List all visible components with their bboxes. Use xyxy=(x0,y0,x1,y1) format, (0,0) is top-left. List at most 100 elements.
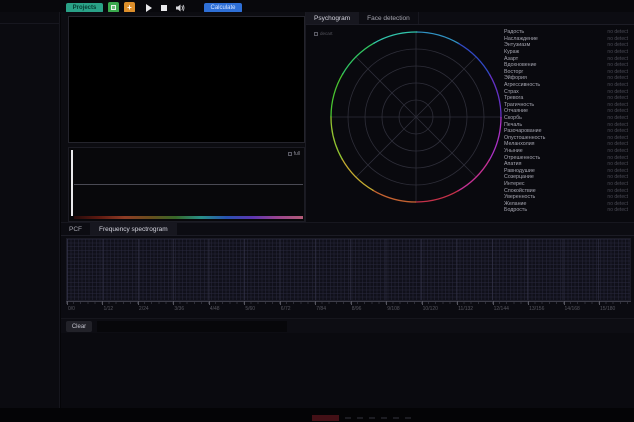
time-tick xyxy=(138,301,139,305)
time-tick-label: 14/168 xyxy=(565,306,580,312)
spectrogram-grid[interactable] xyxy=(66,238,631,301)
emotion-row[interactable]: Спокойствиеno detect xyxy=(502,187,630,194)
emotion-row[interactable]: Страхno detect xyxy=(502,88,630,95)
emotion-value: no detect xyxy=(607,75,628,81)
time-tick xyxy=(351,301,352,305)
waveform-zero-line xyxy=(74,184,303,185)
full-toggle[interactable]: full xyxy=(288,151,300,157)
stop-button[interactable] xyxy=(161,5,167,11)
volume-button[interactable] xyxy=(176,4,185,12)
decart-checkbox[interactable] xyxy=(314,32,318,36)
emotion-value: no detect xyxy=(607,42,628,48)
taskbar-dots xyxy=(345,417,415,419)
clear-button[interactable]: Clear xyxy=(66,321,92,332)
emotion-row[interactable]: Азартno detect xyxy=(502,55,630,62)
results-input-strip xyxy=(97,321,287,332)
time-tick xyxy=(173,301,174,305)
taskbar-item[interactable] xyxy=(312,415,339,421)
emotion-value: no detect xyxy=(607,36,628,42)
app-window: Projects + Calculate xyxy=(0,0,634,422)
emotion-value: no detect xyxy=(607,122,628,128)
time-tick-label: 4/48 xyxy=(210,306,220,312)
emotion-value: no detect xyxy=(607,102,628,108)
emotion-row[interactable]: Равнодушиеno detect xyxy=(502,167,630,174)
emotion-row[interactable]: Тревогаno detect xyxy=(502,95,630,102)
emotion-row[interactable]: Эйфорияno detect xyxy=(502,75,630,82)
time-tick-label: 12/144 xyxy=(494,306,509,312)
emotion-value: no detect xyxy=(607,82,628,88)
tab-psychogram[interactable]: Psychogram xyxy=(306,12,359,24)
psychogram-wheel-chart xyxy=(328,29,504,205)
psychogram-wheel xyxy=(328,29,504,205)
emotion-row[interactable]: Радостьno detect xyxy=(502,29,630,36)
emotion-row[interactable]: Отчаяниеno detect xyxy=(502,108,630,115)
tab-frequency-spectrogram[interactable]: Frequency spectrogram xyxy=(91,223,177,235)
emotion-label: Азарт xyxy=(504,56,518,62)
results-panel: Clear xyxy=(61,318,634,408)
emotion-row[interactable]: Опустошенностьno detect xyxy=(502,135,630,142)
time-tick-label: 2/24 xyxy=(139,306,149,312)
time-tick xyxy=(493,301,494,305)
emotion-label: Меланхолия xyxy=(504,141,535,147)
emotion-row[interactable]: Наслаждение no detect xyxy=(502,36,630,43)
waveform-panel[interactable]: full xyxy=(68,147,305,222)
waveform-color-strip xyxy=(74,216,303,219)
emotion-label: Наслаждение xyxy=(504,36,538,42)
emotion-row[interactable]: Интересno detect xyxy=(502,181,630,188)
time-tick-label: 13/156 xyxy=(529,306,544,312)
emotion-row[interactable]: Скорбь no detect xyxy=(502,115,630,122)
emotion-label: Восторг xyxy=(504,69,523,75)
time-tick-label: 1/12 xyxy=(103,306,113,312)
time-tick xyxy=(209,301,210,305)
emotion-row[interactable]: Созерцаниеno detect xyxy=(502,174,630,181)
emotion-value: no detect xyxy=(607,141,628,147)
sidebar-divider xyxy=(0,23,59,24)
time-tick xyxy=(102,301,103,305)
emotion-value: no detect xyxy=(607,95,628,101)
emotion-row[interactable]: Разочарованиеno detect xyxy=(502,128,630,135)
emotion-row[interactable]: Бодростьno detect xyxy=(502,207,630,214)
emotion-label: Бодрость xyxy=(504,207,527,213)
project-tree-sidebar[interactable] xyxy=(0,12,60,408)
emotion-row[interactable]: Вдохновениеno detect xyxy=(502,62,630,69)
emotion-row[interactable]: Трагичностьno detect xyxy=(502,102,630,109)
emotion-row[interactable]: Желаниеno detect xyxy=(502,200,630,207)
time-tick-label: 0/0 xyxy=(68,306,75,312)
video-preview[interactable] xyxy=(68,16,305,143)
full-checkbox[interactable] xyxy=(288,152,292,156)
projects-button[interactable]: Projects xyxy=(66,3,103,13)
emotion-value: no detect xyxy=(607,62,628,68)
emotion-label: Разочарование xyxy=(504,128,542,134)
emotion-label: Созерцание xyxy=(504,174,534,180)
emotion-row[interactable]: Меланхолия no detect xyxy=(502,141,630,148)
emotion-row[interactable]: Уверенностьno detect xyxy=(502,194,630,201)
speaker-icon xyxy=(176,4,185,12)
emotion-value: no detect xyxy=(607,29,628,35)
emotion-row[interactable]: Отрешенностьno detect xyxy=(502,154,630,161)
emotion-value: no detect xyxy=(607,115,628,121)
tab-pcf[interactable]: PCF xyxy=(61,223,91,235)
emotion-row[interactable]: Печальno detect xyxy=(502,121,630,128)
bottom-status-strip xyxy=(0,408,634,422)
emotion-row[interactable]: Апатияno detect xyxy=(502,161,630,168)
time-tick-label: 11/132 xyxy=(458,306,473,312)
playhead-cursor[interactable] xyxy=(71,150,73,216)
emotion-row[interactable]: Агрессивностьno detect xyxy=(502,82,630,89)
time-tick xyxy=(457,301,458,305)
emotion-label: Скорбь xyxy=(504,115,522,121)
emotion-list: Радостьno detectНаслаждениеno detectЭнту… xyxy=(502,29,630,218)
emotion-row[interactable]: Куражno detect xyxy=(502,49,630,56)
time-tick-label: 10/120 xyxy=(423,306,438,312)
emotion-row[interactable]: Уныниеno detect xyxy=(502,148,630,155)
time-tick-label: 3/36 xyxy=(174,306,184,312)
emotion-value: no detect xyxy=(607,108,628,114)
time-tick xyxy=(422,301,423,305)
play-button[interactable] xyxy=(146,4,152,12)
emotion-row[interactable]: Энтузиазм no detect xyxy=(502,42,630,49)
tab-face-detection[interactable]: Face detection xyxy=(359,12,419,24)
psychogram-tabbar: Psychogram Face detection xyxy=(306,12,634,25)
time-tick-label: 6/72 xyxy=(281,306,291,312)
emotion-label: Энтузиазм xyxy=(504,42,530,48)
emotion-label: Апатия xyxy=(504,161,521,167)
calculate-button[interactable]: Calculate xyxy=(204,3,242,13)
